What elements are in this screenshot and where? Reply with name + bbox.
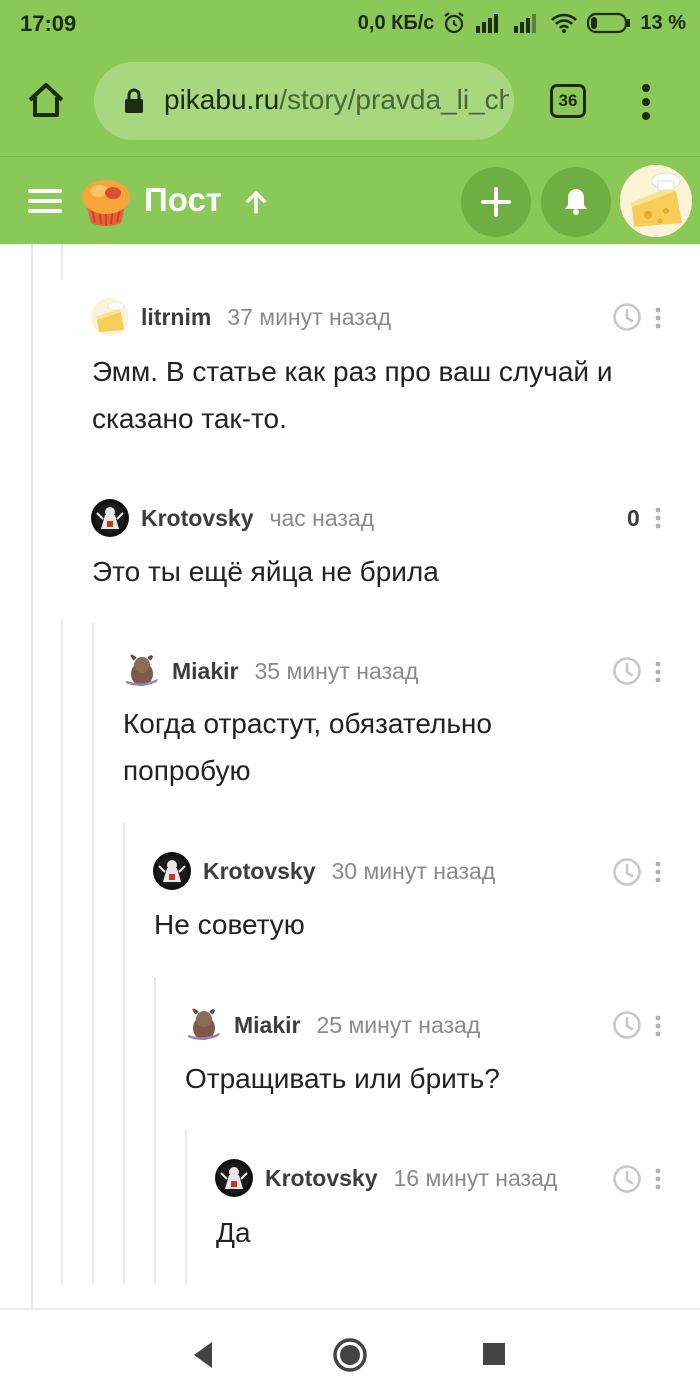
- comment-username[interactable]: litrnim: [141, 304, 211, 331]
- more-vert-icon[interactable]: [634, 82, 658, 122]
- home-icon[interactable]: [24, 78, 68, 122]
- notifications-button[interactable]: [541, 167, 611, 237]
- comment-header: Krotovsky 30 минут назад: [153, 851, 495, 891]
- add-post-button[interactable]: [461, 167, 531, 237]
- tab-count: 36: [558, 91, 578, 110]
- comment-text: Отращивать или брить?: [185, 1063, 500, 1094]
- avatar[interactable]: [91, 298, 129, 336]
- comment-header: Miakir 35 минут назад: [122, 651, 418, 691]
- system-nav-bar: [0, 1308, 700, 1400]
- comment-header: Miakir 25 минут назад: [184, 1005, 480, 1045]
- thread-line: [31, 244, 33, 1308]
- clock-icon[interactable]: [612, 302, 642, 332]
- lock-icon: [122, 88, 146, 114]
- tabs-icon[interactable]: 36: [550, 84, 586, 118]
- comment-username[interactable]: Miakir: [234, 1012, 300, 1039]
- url-host: pikabu.ru: [164, 84, 280, 115]
- comment-username[interactable]: Krotovsky: [265, 1165, 377, 1192]
- app-header: Пост: [0, 156, 700, 244]
- clock-icon[interactable]: [612, 1164, 642, 1194]
- more-vert-icon[interactable]: [654, 1014, 662, 1038]
- more-vert-icon[interactable]: [654, 860, 662, 884]
- url-text: pikabu.ru/story/pravda_li_ch: [164, 84, 509, 116]
- comment-text: Эмм. В статье как раз про ваш случай и с…: [92, 356, 613, 434]
- comments-section: litrnim 37 минут назад Эмм. В статье как…: [0, 244, 700, 1308]
- thread-line: [61, 244, 63, 280]
- comment-time: час назад: [269, 504, 375, 531]
- comment-username[interactable]: Krotovsky: [203, 858, 315, 885]
- url-bar[interactable]: pikabu.ru/story/pravda_li_ch: [94, 62, 514, 140]
- thread-line: [61, 620, 63, 1284]
- signal-icon: [512, 12, 542, 34]
- signal-icon: [474, 12, 504, 34]
- comment-text: Не советую: [154, 909, 305, 940]
- battery-icon: [586, 12, 632, 34]
- clock-icon[interactable]: [612, 857, 642, 887]
- avatar[interactable]: [620, 165, 692, 237]
- comment-time: 30 минут назад: [331, 857, 496, 884]
- network-speed: 0,0 КБ/с: [357, 11, 435, 34]
- alarm-icon: [442, 11, 466, 35]
- comment-time: 16 минут назад: [393, 1164, 558, 1191]
- home-circle-icon[interactable]: [331, 1336, 369, 1379]
- status-right: 0,0 КБ/с 13 %: [358, 11, 686, 35]
- avatar[interactable]: [153, 852, 191, 890]
- comment-username[interactable]: Krotovsky: [141, 505, 253, 532]
- comment-header: Krotovsky час назад: [91, 498, 374, 538]
- comment-time: 25 минут назад: [316, 1011, 481, 1038]
- more-vert-icon[interactable]: [654, 506, 662, 530]
- up-arrow-icon[interactable]: [243, 189, 269, 215]
- url-path: /story/pravda_li_ch: [279, 84, 509, 115]
- avatar[interactable]: [91, 499, 129, 537]
- status-bar: 17:09 0,0 КБ/с 13 %: [0, 0, 700, 48]
- comment-time: 37 минут назад: [227, 303, 392, 330]
- comment-time: 35 минут назад: [254, 657, 419, 684]
- thread-line: [92, 623, 94, 1284]
- comment-text: Когда отрастут, обязательно попробую: [123, 708, 492, 786]
- comment-rating: 0: [627, 505, 640, 531]
- comment-text: Да: [216, 1217, 251, 1248]
- thread-line: [123, 823, 125, 1284]
- page-title: Пост: [144, 181, 222, 218]
- more-vert-icon[interactable]: [654, 1167, 662, 1191]
- wifi-icon: [550, 12, 578, 34]
- comment-header: Krotovsky 16 минут назад: [215, 1158, 557, 1198]
- comment-text: Это ты ещё яйца не брила: [92, 556, 439, 587]
- avatar[interactable]: [184, 1006, 222, 1044]
- browser-toolbar: pikabu.ru/story/pravda_li_ch 36: [0, 48, 700, 156]
- back-icon[interactable]: [190, 1338, 216, 1377]
- more-vert-icon[interactable]: [654, 306, 662, 330]
- clock-icon[interactable]: [612, 1010, 642, 1040]
- comment-header: litrnim 37 минут назад: [91, 297, 391, 337]
- thread-line: [154, 977, 156, 1284]
- status-time: 17:09: [20, 11, 77, 36]
- clock-icon[interactable]: [612, 656, 642, 686]
- thread-line: [185, 1130, 187, 1284]
- avatar[interactable]: [215, 1159, 253, 1197]
- comment-username[interactable]: Miakir: [172, 658, 238, 685]
- battery-level: 13 %: [640, 11, 686, 34]
- recents-icon[interactable]: [482, 1342, 506, 1371]
- pikabu-logo[interactable]: [79, 175, 133, 229]
- more-vert-icon[interactable]: [654, 660, 662, 684]
- hamburger-icon[interactable]: [28, 188, 62, 214]
- avatar[interactable]: [122, 652, 160, 690]
